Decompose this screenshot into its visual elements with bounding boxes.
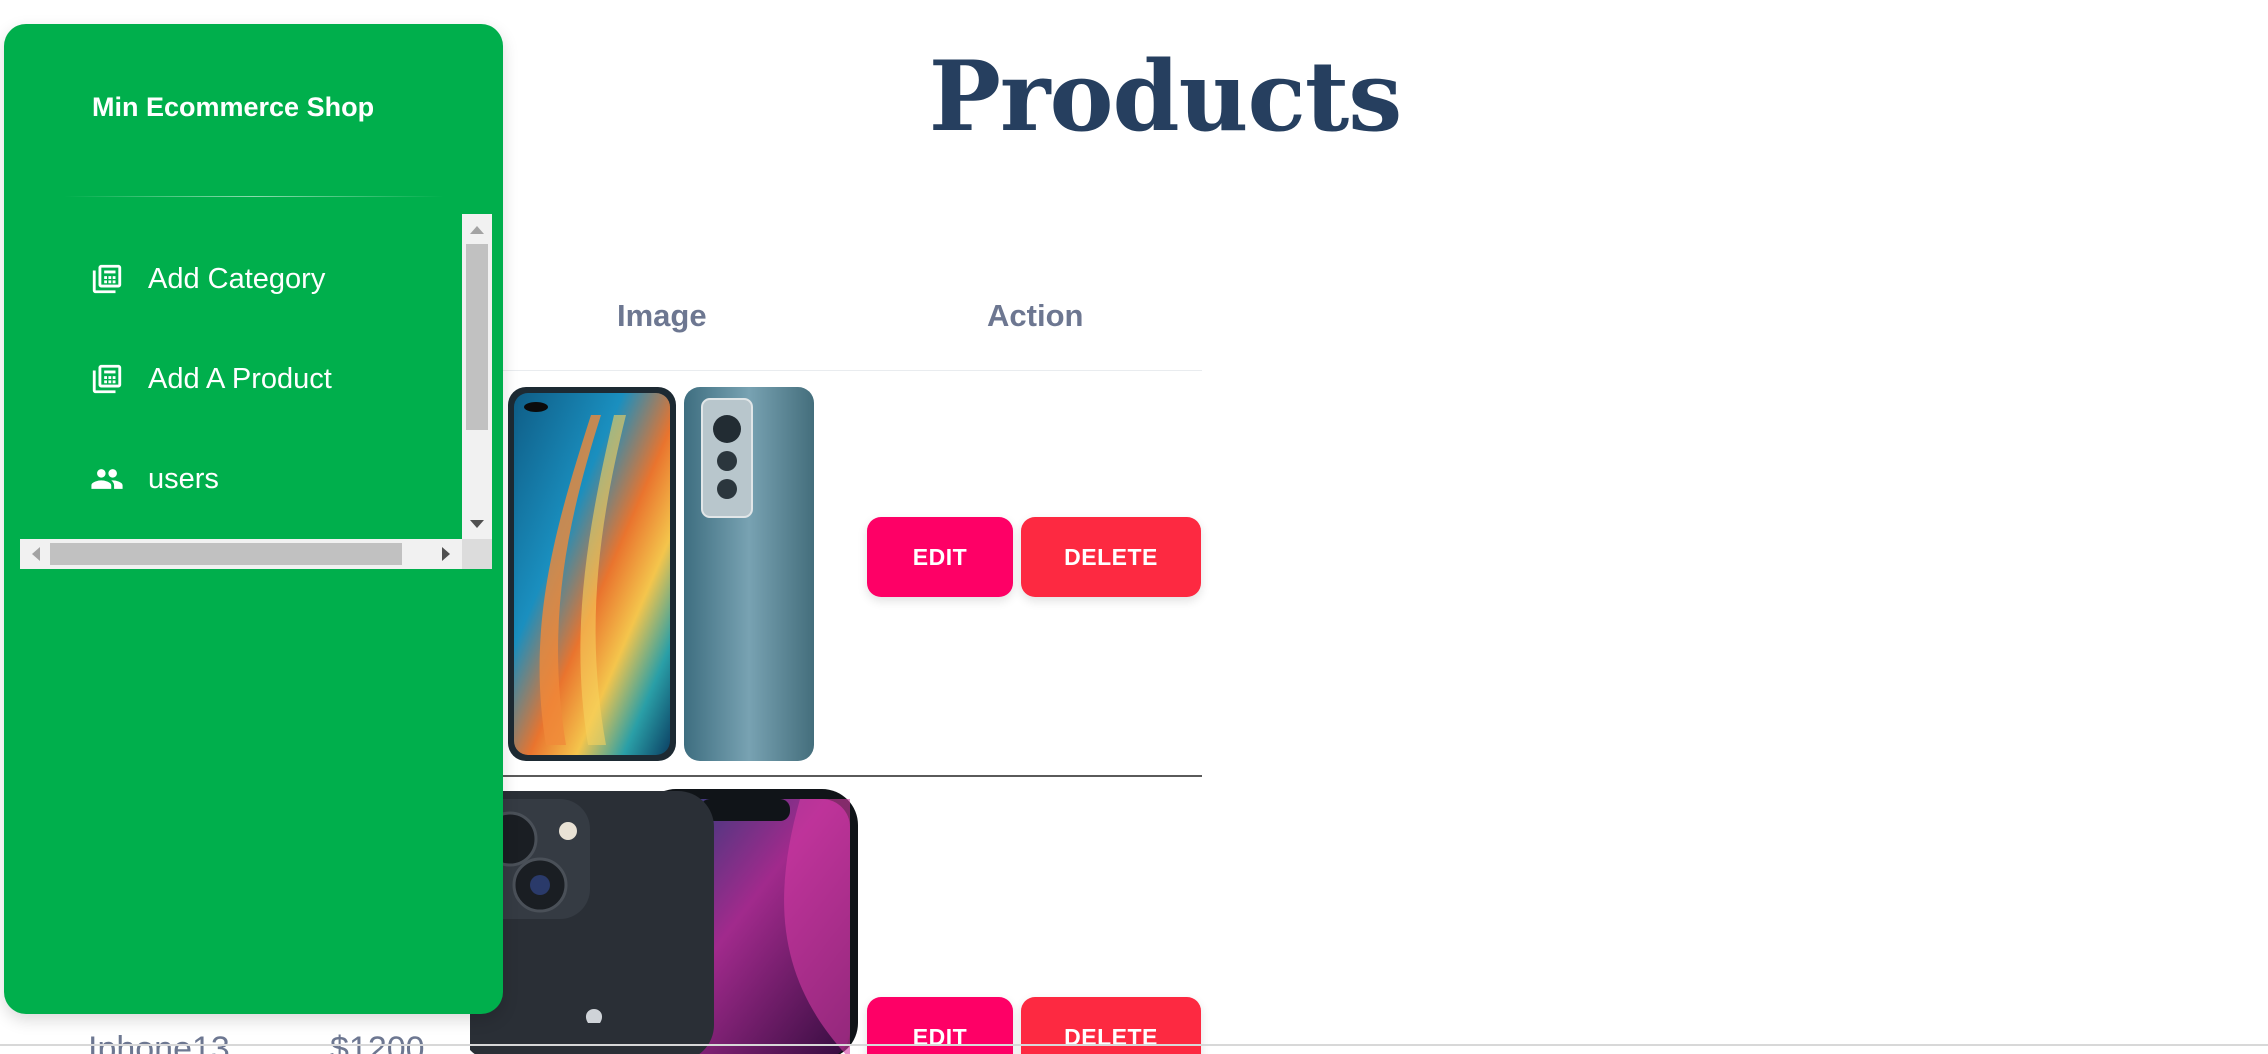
scrollbar-corner: [462, 539, 492, 569]
calculator-copy-icon: [90, 362, 124, 396]
calculator-copy-icon: [90, 262, 124, 296]
bottom-divider: [0, 1044, 2268, 1046]
header-divider: [470, 370, 1202, 371]
page-title: Products: [928, 40, 1403, 153]
vertical-scroll-thumb[interactable]: [466, 244, 488, 430]
horizontal-scrollbar[interactable]: [20, 539, 462, 569]
column-header-action: Action: [987, 298, 1084, 333]
sidebar: Min Ecommerce Shop Add Category Add A Pr…: [4, 24, 503, 1014]
sidebar-item-add-product[interactable]: Add A Product: [90, 362, 332, 396]
scroll-left-arrow-icon[interactable]: [32, 547, 40, 561]
vertical-scrollbar[interactable]: [462, 214, 492, 539]
sidebar-item-label: Add A Product: [148, 362, 332, 395]
delete-button[interactable]: DELETE: [1021, 517, 1201, 597]
people-icon: [90, 462, 124, 496]
sidebar-divider: [64, 196, 444, 197]
sidebar-item-add-category[interactable]: Add Category: [90, 262, 325, 296]
sidebar-item-label: Add Category: [148, 262, 326, 295]
scroll-right-arrow-icon[interactable]: [442, 547, 450, 561]
sidebar-item-label: users: [148, 462, 219, 495]
horizontal-scroll-thumb[interactable]: [50, 543, 402, 565]
scroll-down-arrow-icon[interactable]: [470, 520, 484, 528]
edit-button[interactable]: EDIT: [867, 517, 1013, 597]
product-image: [508, 387, 814, 761]
brand-title[interactable]: Min Ecommerce Shop: [92, 92, 374, 123]
product-price: $1200: [330, 1030, 425, 1054]
scroll-up-arrow-icon[interactable]: [470, 226, 484, 234]
column-header-image: Image: [617, 298, 707, 333]
product-image: [470, 789, 858, 1054]
product-name: Iphone13: [88, 1030, 230, 1054]
page: Products Image Action EDIT DELETE EDIT D…: [0, 0, 2268, 1054]
sidebar-nav: Add Category Add A Product users: [20, 214, 462, 519]
sidebar-item-users[interactable]: users: [90, 462, 219, 496]
row-divider: [470, 775, 1202, 777]
